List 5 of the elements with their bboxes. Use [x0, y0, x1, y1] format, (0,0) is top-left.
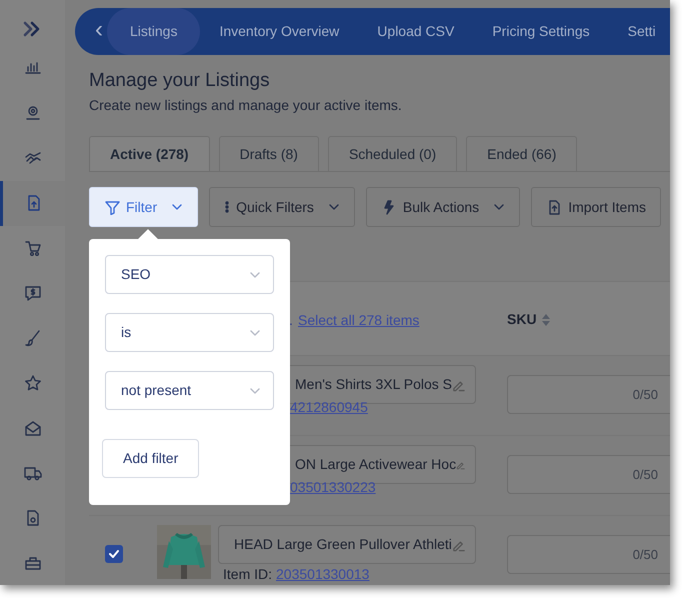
- item-id-label: Item ID:: [223, 565, 272, 584]
- page-subtitle: Create new listings and manage your active items.: [89, 96, 403, 115]
- column-header: SKU: [507, 310, 537, 329]
- page-title: Manage your Listings: [89, 69, 271, 93]
- text: .: [289, 311, 293, 330]
